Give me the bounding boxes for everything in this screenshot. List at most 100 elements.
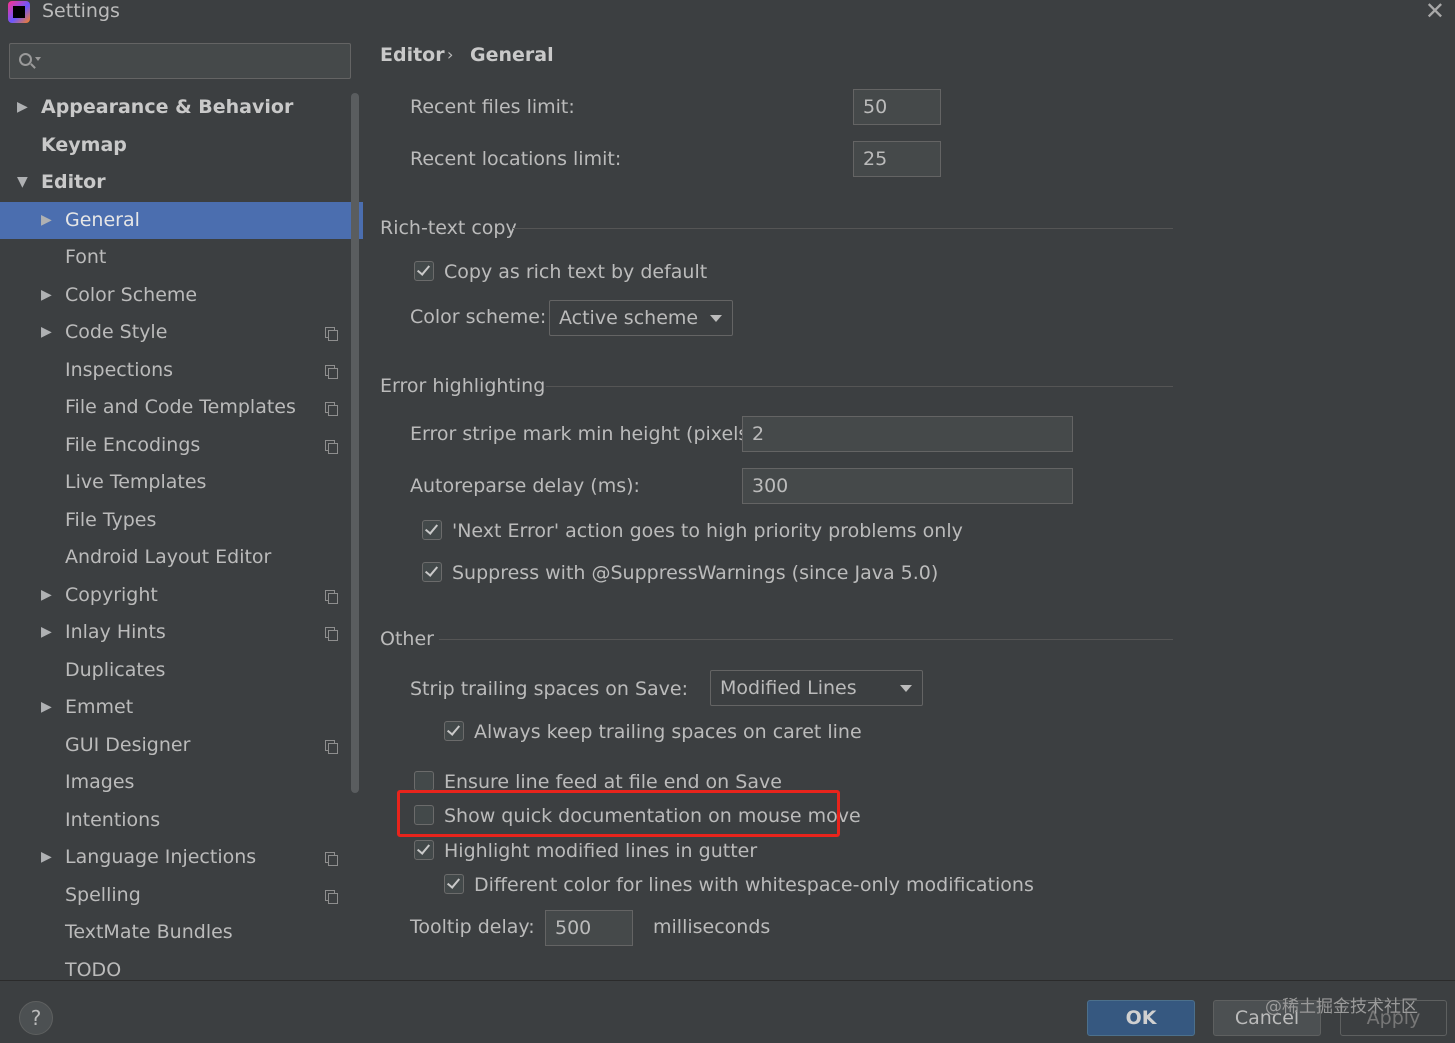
project-settings-icon [325,627,338,641]
tooltip-delay-label: Tooltip delay: [410,916,535,938]
strip-spaces-label: Strip trailing spaces on Save: [410,678,689,700]
sidebar-item-textmate-bundles[interactable]: TextMate Bundles [0,914,363,952]
stripe-height-input[interactable]: 2 [742,416,1073,452]
collapsed-arrow-icon[interactable]: ▶ [41,614,52,652]
sidebar-item-images[interactable]: Images [0,764,363,802]
project-settings-icon [325,589,338,604]
sidebar-item-todo[interactable]: TODO [0,952,363,981]
color-scheme-value: Active scheme [559,307,699,329]
strip-spaces-value: Modified Lines [720,677,857,699]
sidebar-item-copyright[interactable]: ▶ Copyright [0,577,363,615]
copy-rich-text-label[interactable]: Copy as rich text by default [444,261,707,283]
sidebar-item-label: Code Style [65,321,168,343]
collapsed-arrow-icon[interactable]: ▶ [41,689,52,727]
window-title: Settings [42,0,120,22]
sidebar-item-inlay-hints[interactable]: ▶ Inlay Hints [0,614,363,652]
chevron-down-icon [900,685,912,692]
sidebar-item-label: Font [65,246,107,268]
chevron-down-icon [710,315,722,322]
help-button[interactable]: ? [19,1001,53,1035]
settings-content: Editor › General Recent files limit: 50 … [363,28,1455,980]
breadcrumb-separator: › [447,45,454,64]
sidebar-item-android-layout-editor[interactable]: Android Layout Editor [0,539,363,577]
sidebar-item-gui-designer[interactable]: GUI Designer [0,727,363,765]
project-settings-icon [325,852,338,866]
sidebar-item-label: Keymap [41,133,127,156]
error-highlighting-section-title: Error highlighting [380,375,546,397]
next-error-checkbox[interactable] [422,520,442,540]
line-feed-checkbox[interactable] [414,771,434,791]
search-icon[interactable] [19,51,41,73]
sidebar-item-language-injections[interactable]: ▶ Language Injections [0,839,363,877]
sidebar-item-color-scheme[interactable]: ▶ Color Scheme [0,277,363,315]
recent-files-input[interactable]: 50 [853,89,941,125]
sidebar-item-label: Intentions [65,808,161,831]
project-settings-icon [325,364,338,379]
check-icon [446,875,461,889]
sidebar-item-label: General [65,208,140,231]
sidebar-item-file-encodings[interactable]: File Encodings [0,427,363,465]
copy-rich-text-checkbox[interactable] [414,261,434,281]
sidebar-item-label: Copyright [65,583,158,606]
autoreparse-label: Autoreparse delay (ms): [410,475,640,497]
recent-locations-input[interactable]: 25 [853,141,941,177]
sidebar-item-appearance-behavior[interactable]: ▶ Appearance & Behavior [0,89,363,127]
next-error-label[interactable]: 'Next Error' action goes to high priorit… [452,520,963,542]
keep-caret-spaces-label[interactable]: Always keep trailing spaces on caret lin… [474,721,862,743]
breadcrumb-parent[interactable]: Editor [380,44,445,66]
close-icon[interactable]: ✕ [1425,0,1445,25]
page-title: General [470,44,554,66]
sidebar-item-spelling[interactable]: Spelling [0,877,363,915]
collapsed-arrow-icon[interactable]: ▶ [41,839,52,877]
tooltip-delay-input[interactable]: 500 [545,910,633,946]
sidebar-item-general[interactable]: ▶ General [0,201,363,240]
collapsed-arrow-icon[interactable]: ▶ [17,89,28,127]
sidebar-item-code-style[interactable]: ▶ Code Style [0,314,363,352]
sidebar-item-label: Live Templates [65,471,207,493]
collapsed-arrow-icon[interactable]: ▶ [41,277,52,315]
title-bar: Settings ✕ [0,0,1455,28]
sidebar-item-file-and-code-templates[interactable]: File and Code Templates [0,389,363,427]
other-section-title: Other [380,628,434,650]
sidebar-item-emmet[interactable]: ▶ Emmet [0,689,363,727]
whitespace-color-checkbox[interactable] [444,874,464,894]
ok-button[interactable]: OK [1087,1000,1195,1036]
collapsed-arrow-icon[interactable]: ▶ [41,314,52,352]
sidebar-item-label: Android Layout Editor [65,546,272,568]
sidebar-item-inspections[interactable]: Inspections [0,352,363,390]
sidebar-item-duplicates[interactable]: Duplicates [0,652,363,690]
check-icon [416,262,431,276]
collapsed-arrow-icon[interactable]: ▶ [41,202,52,240]
sidebar-item-file-types[interactable]: File Types [0,502,363,540]
search-input[interactable] [46,47,346,75]
sidebar-item-keymap[interactable]: Keymap [0,127,363,165]
highlight-modified-checkbox[interactable] [414,840,434,860]
color-scheme-dropdown[interactable]: Active scheme [549,300,733,336]
settings-search[interactable] [9,43,351,79]
sidebar-item-editor[interactable]: ▼ Editor [0,164,363,202]
settings-tree: ▶ Appearance & Behavior Keymap ▼ Editor ▶ Gene… [0,89,363,980]
section-divider [513,228,1173,229]
suppress-warnings-label[interactable]: Suppress with @SuppressWarnings (since J… [452,562,938,584]
sidebar-item-label: GUI Designer [65,733,191,756]
sidebar-item-live-templates[interactable]: Live Templates [0,464,363,502]
section-divider [546,386,1173,387]
strip-spaces-dropdown[interactable]: Modified Lines [710,670,923,706]
collapsed-arrow-icon[interactable]: ▶ [41,577,52,615]
sidebar-scrollbar[interactable] [351,93,359,793]
project-settings-icon [325,889,338,904]
sidebar-item-intentions[interactable]: Intentions [0,802,363,840]
sidebar-item-font[interactable]: Font [0,239,363,277]
keep-caret-spaces-checkbox[interactable] [444,721,464,741]
sidebar-item-label: File Types [65,508,157,531]
sidebar-item-label: File Encodings [65,433,201,456]
project-settings-icon [325,327,338,341]
rich-text-section-title: Rich-text copy [380,217,517,239]
whitespace-color-label[interactable]: Different color for lines with whitespac… [474,874,1034,896]
project-settings-icon [325,402,338,416]
highlight-modified-label[interactable]: Highlight modified lines in gutter [444,840,757,862]
autoreparse-input[interactable]: 300 [742,468,1073,504]
recent-locations-label: Recent locations limit: [410,148,622,170]
suppress-warnings-checkbox[interactable] [422,562,442,582]
expanded-arrow-icon[interactable]: ▼ [17,164,28,202]
